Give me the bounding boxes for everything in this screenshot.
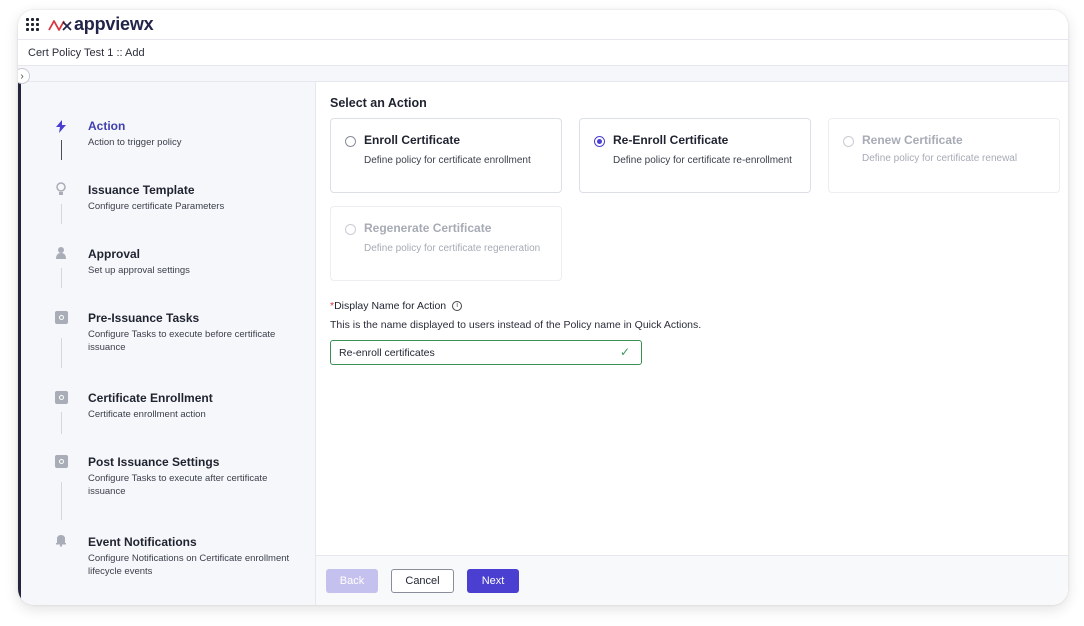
logo-text: appviewx	[74, 14, 154, 34]
gear-icon	[54, 454, 68, 468]
app-window: appviewx Cert Policy Test 1 :: Add › Act…	[18, 10, 1068, 605]
action-title: Renew Certificate	[862, 133, 963, 147]
step-connector	[61, 482, 62, 520]
bulb-icon	[54, 182, 68, 196]
breadcrumb-bar: Cert Policy Test 1 :: Add	[18, 40, 1068, 66]
back-button[interactable]: Back	[326, 569, 378, 593]
step-connector	[61, 338, 62, 368]
step-description: Configure Notifications on Certificate e…	[88, 553, 290, 577]
radio-enroll[interactable]	[345, 136, 356, 147]
step-connector	[61, 204, 62, 224]
display-name-input[interactable]	[330, 340, 642, 365]
action-description: Define policy for certificate regenerati…	[364, 243, 541, 254]
step-title: Action	[88, 119, 126, 133]
display-name-label-text: Display Name for Action	[334, 300, 447, 312]
action-card-regenerate: Regenerate Certificate Define policy for…	[330, 206, 562, 281]
step-description: Action to trigger policy	[88, 137, 182, 148]
section-title: Select an Action	[330, 96, 427, 110]
step-description: Configure certificate Parameters	[88, 201, 225, 212]
app-grid-icon[interactable]	[26, 17, 40, 32]
toolbar-strip	[18, 66, 1068, 82]
gear-icon	[54, 310, 68, 324]
step-description: Configure Tasks to execute after certifi…	[88, 473, 268, 497]
breadcrumb: Cert Policy Test 1 :: Add	[28, 46, 145, 59]
step-connector	[61, 412, 62, 434]
step-title: Issuance Template	[88, 183, 195, 197]
info-icon[interactable]: i	[452, 301, 463, 311]
step-title: Post Issuance Settings	[88, 455, 220, 469]
bolt-icon	[54, 119, 68, 133]
step-connector	[61, 140, 62, 160]
cancel-button[interactable]: Cancel	[391, 569, 454, 593]
radio-renew	[843, 136, 854, 147]
step-title: Approval	[88, 247, 141, 261]
action-description: Define policy for certificate renewal	[862, 153, 1018, 164]
gear-icon	[54, 390, 68, 404]
top-bar: appviewx	[18, 10, 1068, 40]
step-title: Certificate Enrollment	[88, 391, 213, 405]
action-title: Enroll Certificate	[364, 133, 461, 147]
step-description: Configure Tasks to execute before certif…	[88, 329, 276, 353]
main-panel: Select an Action Enroll Certificate Defi…	[316, 82, 1068, 605]
radio-regenerate	[345, 224, 356, 235]
action-title: Re-Enroll Certificate	[613, 133, 729, 147]
user-icon	[54, 246, 68, 260]
step-connector	[61, 268, 62, 288]
display-name-label: * Display Name for Action i	[330, 300, 463, 312]
stepper-sidebar: Action Action to trigger policy Issuance…	[21, 82, 316, 605]
footer-actions: Back Cancel Next	[316, 555, 1068, 605]
check-icon: ✓	[620, 345, 631, 359]
step-title: Pre-Issuance Tasks	[88, 311, 200, 325]
step-description: Set up approval settings	[88, 265, 190, 276]
next-button[interactable]: Next	[467, 569, 519, 593]
action-description: Define policy for certificate re-enrollm…	[613, 155, 792, 166]
action-description: Define policy for certificate enrollment	[364, 155, 531, 166]
chevron-right-icon: ›	[20, 70, 24, 82]
display-name-help: This is the name displayed to users inst…	[330, 319, 702, 331]
bell-icon	[54, 533, 68, 547]
step-description: Certificate enrollment action	[88, 409, 206, 420]
action-title: Regenerate Certificate	[364, 221, 492, 235]
radio-re-enroll[interactable]	[594, 136, 605, 147]
appviewx-logo-icon	[48, 19, 72, 31]
action-card-enroll[interactable]: Enroll Certificate Define policy for cer…	[330, 118, 562, 193]
step-title: Event Notifications	[88, 535, 197, 549]
action-card-re-enroll[interactable]: Re-Enroll Certificate Define policy for …	[579, 118, 811, 193]
action-card-renew: Renew Certificate Define policy for cert…	[828, 118, 1060, 193]
